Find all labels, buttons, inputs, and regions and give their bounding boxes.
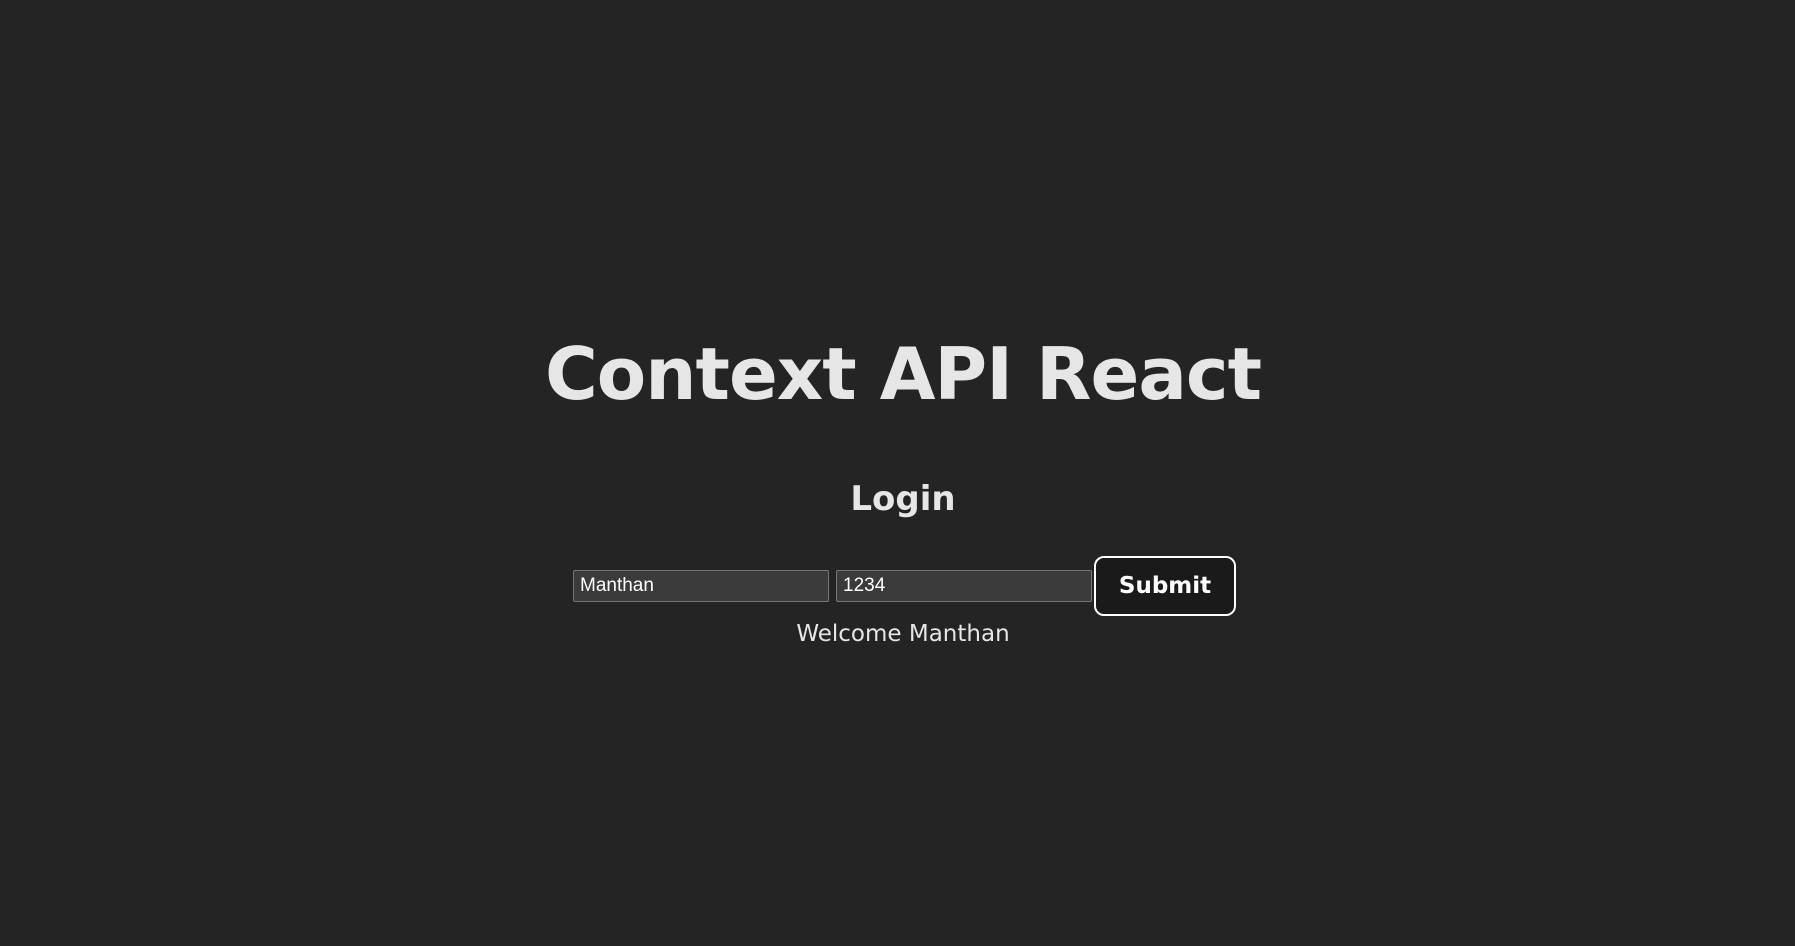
page-title: Context API React	[544, 332, 1262, 416]
app-root: Context API React Login Submit Welcome M…	[0, 0, 1795, 946]
password-input[interactable]	[836, 570, 1092, 602]
username-input[interactable]	[573, 570, 829, 602]
login-form: Submit	[573, 556, 1236, 616]
submit-button[interactable]: Submit	[1094, 556, 1236, 616]
login-heading: Login	[850, 479, 956, 519]
welcome-message: Welcome Manthan	[796, 621, 1010, 647]
